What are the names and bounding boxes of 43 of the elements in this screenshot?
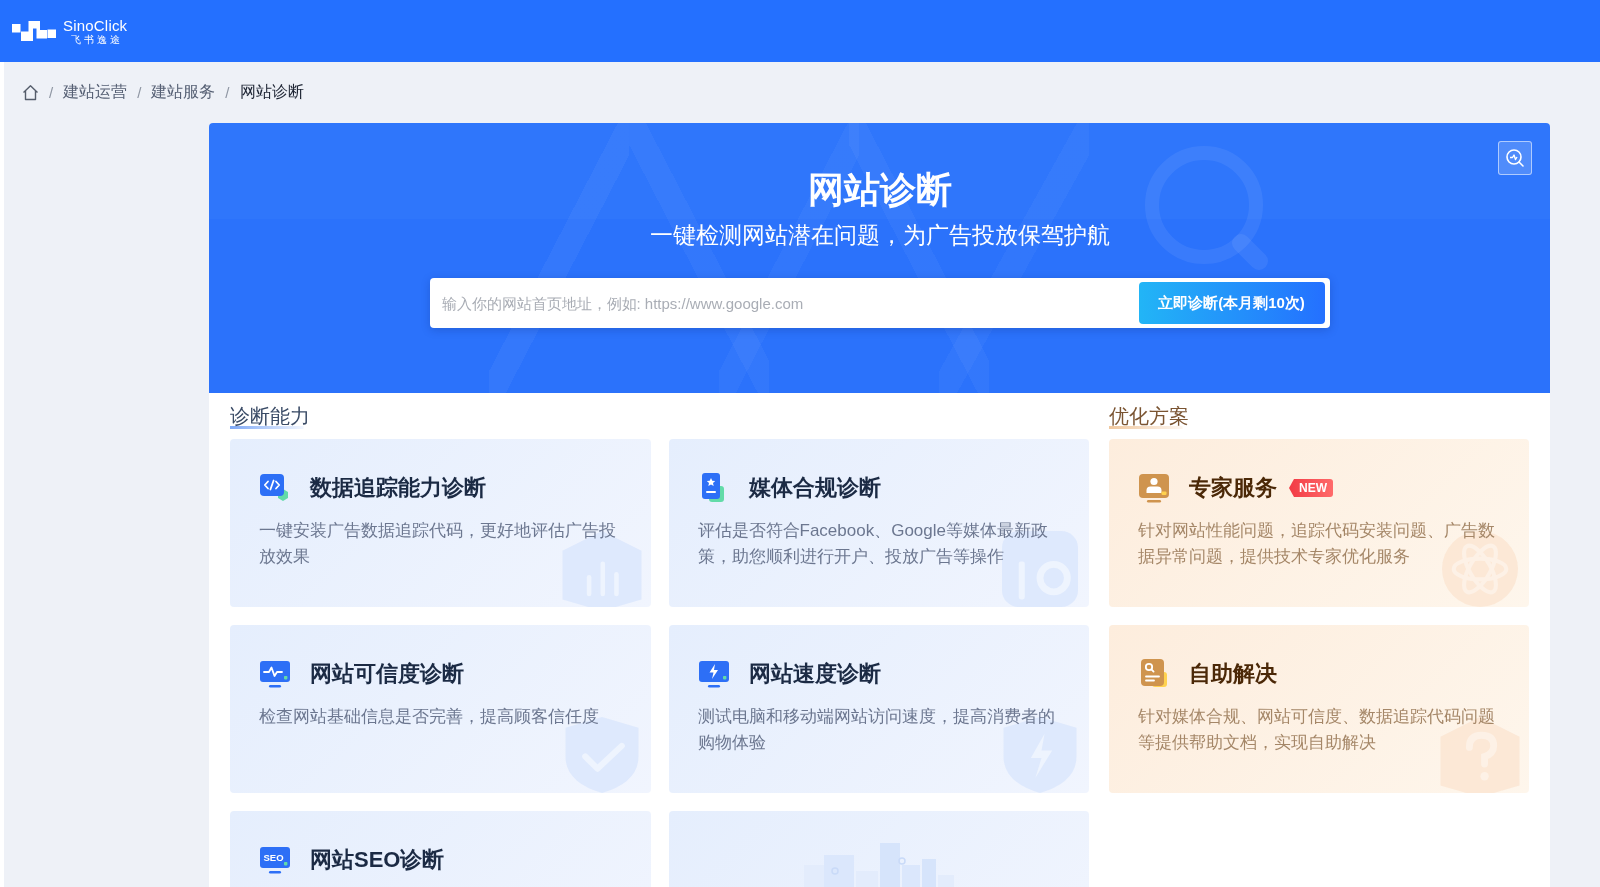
breadcrumb-separator: / (137, 84, 142, 101)
feature-card[interactable]: 媒体合规诊断 评估是否符合Facebook、Google等媒体最新政策，助您顺利进行开户、投放广告等操作 (668, 439, 1089, 607)
section-title: 诊断能力 (230, 403, 310, 429)
card-description: 检查网站基础信息是否完善，提高顾客信任度 (259, 706, 599, 728)
feature-card[interactable]: 网站速度诊断 测试电脑和移动端网站访问速度，提高消费者的购物体验 (668, 625, 1089, 793)
bolt-monitor-icon (697, 658, 730, 690)
card-title: 数据追踪能力诊断 (310, 474, 486, 502)
url-input-field[interactable]: 输入你的网站首页地址，例如: https://www.google.com (429, 282, 1139, 324)
feature-card[interactable]: 数据追踪能力诊断 一键安装广告数据追踪代码，更好地评估广告投放效果 (230, 439, 651, 607)
new-badge: NEW (1289, 479, 1333, 497)
card-description: 一键安装广告数据追踪代码，更好地评估广告投放效果 (259, 520, 617, 568)
card-title: 网站速度诊断 (748, 660, 881, 688)
logo-text: SinoClick (63, 17, 128, 34)
breadcrumb-separator: / (49, 84, 54, 101)
page-title: 网站诊断 (807, 168, 952, 212)
card-description: 评估是否符合Facebook、Google等媒体最新政策，助您顺利进行开户、投放广告等操作 (697, 520, 1049, 568)
card-description: 测试电脑和移动端网站访问速度，提高消费者的购物体验 (697, 706, 1056, 754)
section-title: 优化方案 (1109, 403, 1189, 429)
code-icon (259, 472, 291, 504)
feature-card[interactable]: 专家服务 NEW 针对网站性能问题，追踪代码安装问题、广告数据异常问题，提供技术专家优化服务 (1109, 439, 1529, 607)
pulse-monitor-icon (259, 658, 291, 690)
card-title: 自助解决 (1189, 660, 1277, 688)
breadcrumb-current: 网站诊断 (239, 82, 304, 102)
card-title: 网站SEO诊断 (310, 846, 445, 874)
logo-tagline: 飞书逸途 (71, 33, 123, 45)
card-title: 网站可信度诊断 (310, 660, 464, 688)
document-search-icon (1138, 658, 1170, 690)
report-button[interactable] (1498, 141, 1532, 175)
breadcrumb-link[interactable]: 建站服务 (151, 82, 216, 103)
feature-card[interactable]: 自助解决 针对媒体合规、网站可信度、数据追踪代码问题等提供帮助文档，实现自助解决 (1109, 625, 1529, 793)
logo-icon (12, 20, 56, 42)
feature-card[interactable]: SEO 网站SEO诊断 (230, 811, 651, 887)
card-description: 针对媒体合规、网站可信度、数据追踪代码问题等提供帮助文档，实现自助解决 (1138, 706, 1496, 754)
breadcrumb-separator: / (225, 84, 230, 101)
page-subtitle: 一键检测网站潜在问题，为广告投放保驾护航 (649, 221, 1110, 250)
search-icon (1505, 148, 1525, 168)
card-title: 专家服务 (1189, 474, 1277, 502)
breadcrumb-link[interactable]: 建站运营 (63, 82, 128, 103)
card-description: 针对网站性能问题，追踪代码安装问题、广告数据异常问题，提供技术专家优化服务 (1138, 520, 1496, 568)
feature-card[interactable]: 网站可信度诊断 检查网站基础信息是否完善，提高顾客信任度 (230, 625, 651, 793)
person-monitor-icon (1138, 472, 1170, 504)
home-icon[interactable] (22, 84, 39, 101)
card-title: 媒体合规诊断 (748, 474, 881, 502)
